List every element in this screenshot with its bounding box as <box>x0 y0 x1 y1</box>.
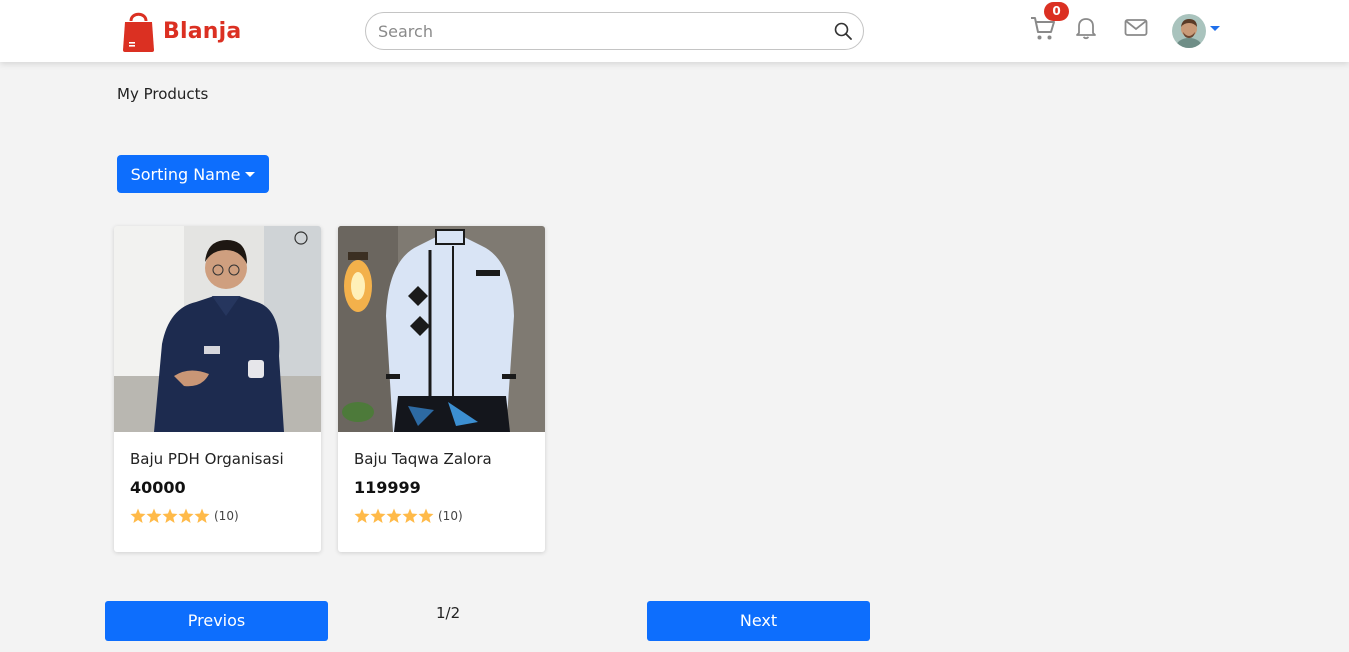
user-avatar[interactable] <box>1172 14 1206 48</box>
bell-icon[interactable] <box>1075 16 1097 40</box>
review-count: (10) <box>214 509 239 523</box>
sorting-dropdown-button[interactable]: Sorting Name <box>117 155 269 193</box>
sorting-label: Sorting Name <box>130 164 241 184</box>
search-bar <box>365 12 864 50</box>
product-price: 40000 <box>130 478 186 497</box>
product-card[interactable]: Baju Taqwa Zalora 119999 (10) <box>338 226 545 552</box>
page-indicator: 1/2 <box>436 604 461 622</box>
star-rating-icon <box>130 508 210 523</box>
previous-page-button[interactable]: Previos <box>105 601 328 641</box>
cart-count-badge: 0 <box>1044 2 1069 21</box>
next-page-button[interactable]: Next <box>647 601 870 641</box>
star-rating-icon <box>354 508 434 523</box>
search-icon[interactable] <box>834 22 852 40</box>
page-title: My Products <box>117 85 209 103</box>
search-input[interactable] <box>378 20 818 42</box>
shopping-bag-icon <box>123 12 154 52</box>
product-card[interactable]: Baju PDH Organisasi 40000 (10) <box>114 226 321 552</box>
brand-name: Blanja <box>163 18 242 44</box>
product-image[interactable] <box>114 226 321 432</box>
caret-down-icon <box>245 171 256 177</box>
brand-logo[interactable]: Blanja <box>122 9 241 53</box>
caret-down-icon[interactable] <box>1210 26 1220 31</box>
review-count: (10) <box>438 509 463 523</box>
mail-icon[interactable] <box>1124 18 1148 38</box>
product-price: 119999 <box>354 478 421 497</box>
top-navbar: Blanja 0 <box>0 0 1349 62</box>
product-rating: (10) <box>130 508 239 524</box>
product-image[interactable] <box>338 226 545 432</box>
product-name[interactable]: Baju Taqwa Zalora <box>354 450 492 468</box>
product-rating: (10) <box>354 508 463 524</box>
product-name[interactable]: Baju PDH Organisasi <box>130 450 284 468</box>
